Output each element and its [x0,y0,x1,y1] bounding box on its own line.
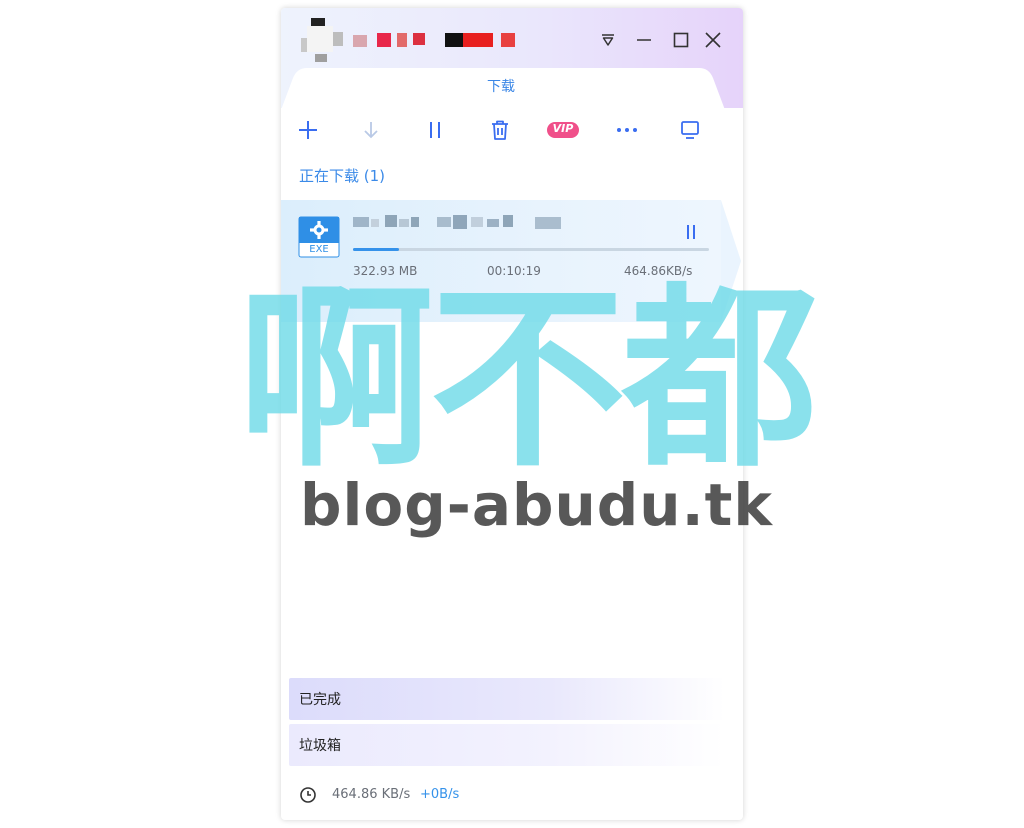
exe-file-type-label: EXE [309,244,329,255]
clock-icon [299,786,317,804]
downloading-section-title[interactable]: 正在下载 (1) [299,165,385,186]
delete-icon[interactable] [484,114,516,146]
tab-download[interactable]: 下载 [281,76,721,96]
username-blurred [353,31,523,49]
download-progress-bar [353,248,709,251]
download-progress-fill [353,248,400,251]
download-icon[interactable] [355,114,387,146]
download-file-name-blurred [353,213,563,231]
minimize-icon[interactable] [632,28,656,52]
total-download-speed: 464.86 KB/s [332,787,411,802]
nav-completed[interactable]: 已完成 [289,678,725,720]
vip-badge[interactable]: VIP [545,114,581,146]
nav-trash[interactable]: 垃圾箱 [289,724,725,766]
pause-all-icon[interactable] [419,114,451,146]
more-icon[interactable] [611,114,643,146]
monitor-icon[interactable] [674,114,706,146]
vip-label: VIP [552,122,574,135]
status-footer: 464.86 KB/s +0B/s [299,784,719,806]
nav-trash-label: 垃圾箱 [299,738,341,754]
upload-speed: +0B/s [420,787,460,802]
watermark-han-text: 啊不都 [238,266,818,494]
avatar[interactable] [301,18,345,64]
item-pause-icon[interactable] [679,220,703,244]
add-icon[interactable] [292,114,324,146]
maximize-icon[interactable] [669,28,693,52]
nav-completed-label: 已完成 [299,692,341,708]
dropdown-menu-icon[interactable] [596,28,620,52]
exe-file-icon: EXE [298,216,340,258]
watermark-url-text: blog-abudu.tk [300,471,773,539]
close-icon[interactable] [701,28,725,52]
